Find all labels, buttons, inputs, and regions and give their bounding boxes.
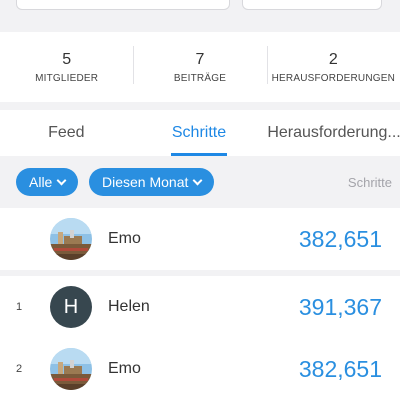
member-steps: 382,651: [298, 226, 382, 252]
tab-bar: Feed Schritte Herausforderung...: [0, 110, 400, 156]
tab-steps[interactable]: Schritte: [133, 110, 266, 156]
filter-bar: Alle Diesen Monat Schritte: [0, 156, 400, 208]
top-right-button[interactable]: [242, 0, 382, 10]
stat-posts-label: BEITRÄGE: [173, 72, 227, 84]
avatar: [50, 218, 92, 260]
leaderboard-row[interactable]: 2 Emo 382,651: [0, 338, 400, 400]
stat-posts[interactable]: 7 BEITRÄGE: [133, 32, 266, 102]
member-name: Helen: [108, 298, 150, 315]
group-stats: 5 MITGLIEDER 7 BEITRÄGE 2 HERAUSFORDERUN…: [0, 32, 400, 102]
rank-number: 1: [16, 301, 23, 313]
stat-challenges[interactable]: 2 HERAUSFORDERUNGEN: [266, 32, 400, 102]
scope-filter-label: Alle: [29, 174, 53, 190]
leaderboard-row[interactable]: 1 H Helen 391,367: [0, 276, 400, 338]
metric-label: Schritte: [347, 175, 392, 190]
period-filter-chip[interactable]: Diesen Monat: [89, 168, 215, 196]
avatar-photo-icon: [50, 348, 92, 390]
tab-feed[interactable]: Feed: [0, 110, 133, 156]
member-name: Emo: [108, 230, 141, 247]
avatar: H: [50, 286, 92, 328]
period-filter-label: Diesen Monat: [102, 174, 189, 190]
avatar: [50, 348, 92, 390]
stat-members[interactable]: 5 MITGLIEDER: [0, 32, 133, 102]
stat-challenges-value: 2: [328, 50, 338, 68]
my-rank-row[interactable]: Emo 382,651: [0, 208, 400, 270]
avatar-photo-icon: [50, 218, 92, 260]
stat-posts-value: 7: [195, 50, 205, 68]
chevron-down-icon: [56, 175, 67, 185]
member-name: Emo: [108, 360, 141, 377]
scope-filter-chip[interactable]: Alle: [16, 168, 79, 196]
chevron-down-icon: [192, 175, 203, 185]
top-left-button[interactable]: [16, 0, 230, 10]
tab-challenges[interactable]: Herausforderung...: [265, 110, 400, 156]
member-steps: 382,651: [298, 356, 382, 382]
stat-members-label: MITGLIEDER: [35, 72, 99, 84]
stat-members-value: 5: [62, 50, 72, 68]
top-controls: [0, 0, 400, 24]
member-steps: 391,367: [298, 294, 382, 320]
rank-number: 2: [16, 363, 23, 375]
stat-challenges-label: HERAUSFORDERUNGEN: [271, 72, 396, 84]
